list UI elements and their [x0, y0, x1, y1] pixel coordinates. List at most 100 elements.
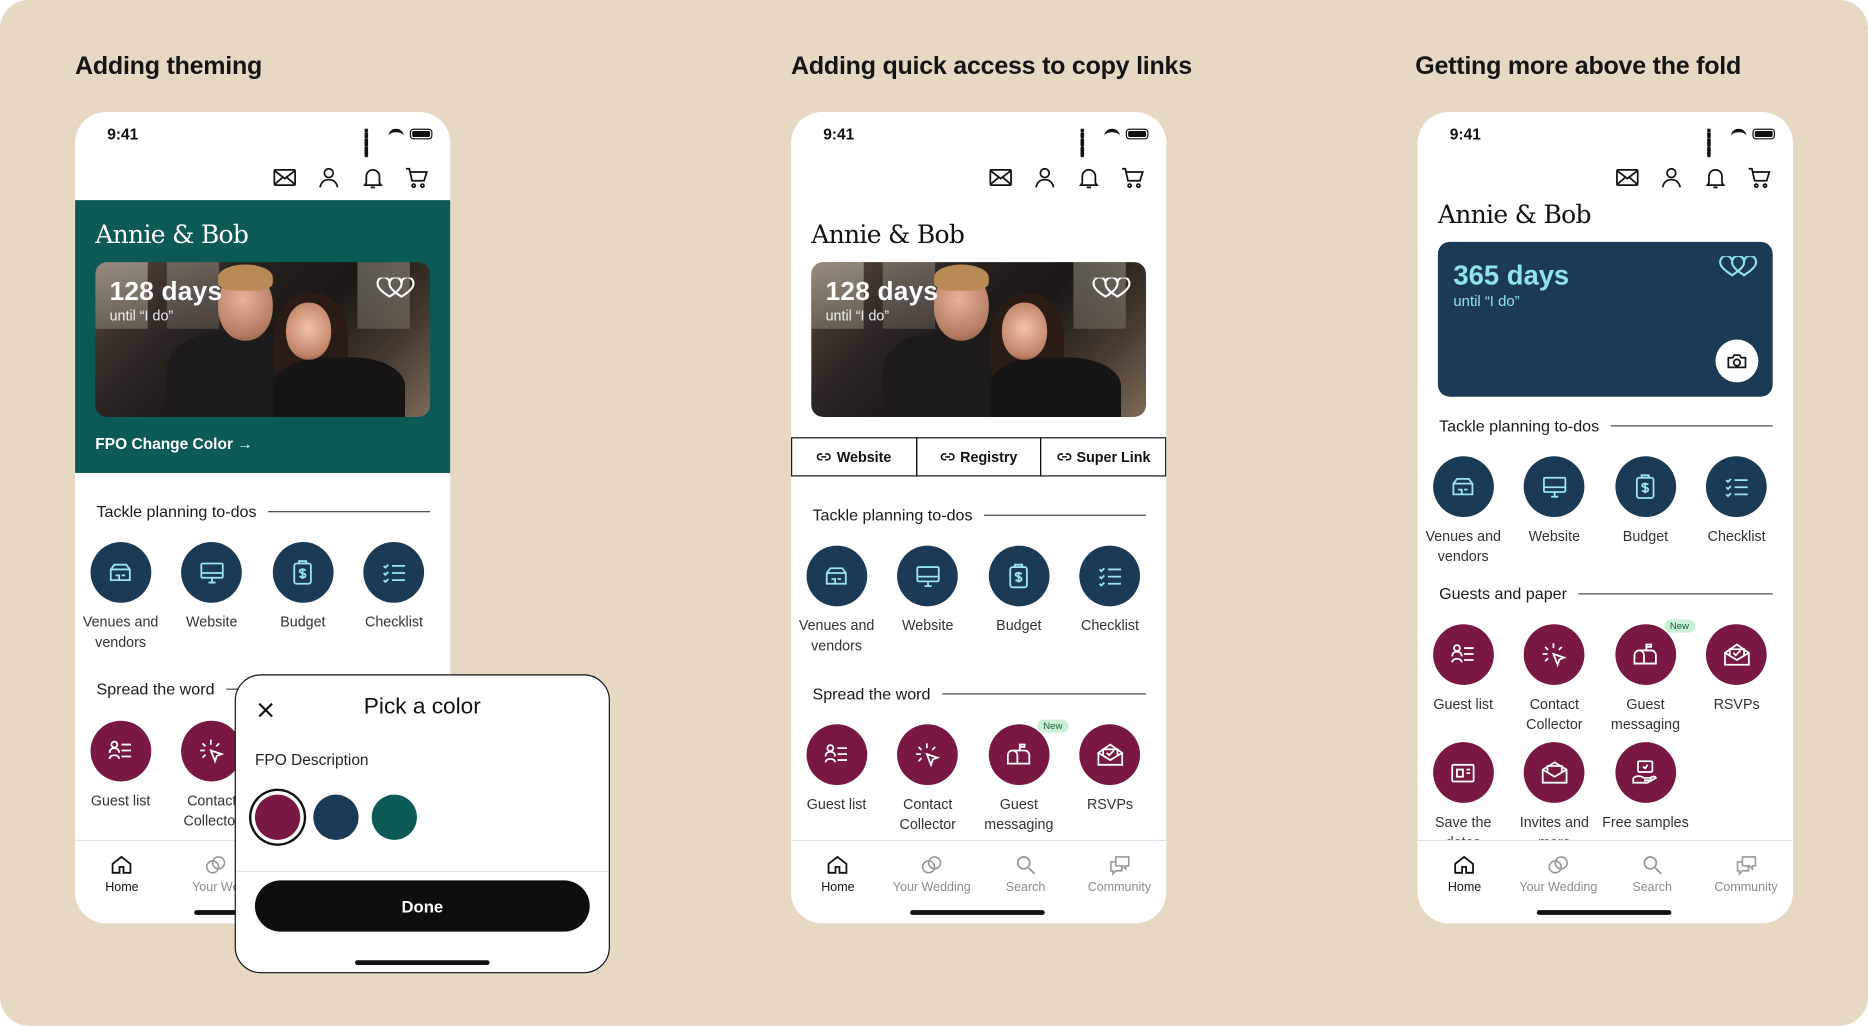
- link-label: Super Link: [1076, 448, 1151, 466]
- planning-item-website[interactable]: Website: [1509, 456, 1600, 567]
- spread-item-rsvps[interactable]: RSVPs: [1064, 724, 1155, 835]
- samples-icon: [1632, 759, 1658, 783]
- signal-icon: [364, 128, 383, 158]
- spread-item-label: Guest list: [90, 792, 151, 809]
- guests-item-guest-list[interactable]: Guest list: [1418, 624, 1509, 735]
- home-icon: [112, 855, 132, 874]
- tab-home[interactable]: Home: [80, 853, 163, 923]
- bell-icon[interactable]: [1076, 164, 1102, 190]
- status-bar: 9:41: [791, 112, 1166, 160]
- copy-registry-link-button[interactable]: Registry: [915, 437, 1042, 477]
- planning-item-budget[interactable]: Budget: [1600, 456, 1691, 567]
- tab-label: Your Wedding: [1519, 880, 1598, 895]
- tab-home[interactable]: Home: [1423, 853, 1506, 923]
- copy-super-link-button[interactable]: Super Link: [1040, 437, 1167, 477]
- spread-item-guest-list[interactable]: Guest list: [791, 724, 882, 835]
- cursor-click-icon: [915, 742, 940, 767]
- guests-item-messaging[interactable]: New Guest messaging: [1600, 619, 1695, 735]
- mail-icon[interactable]: [988, 164, 1014, 190]
- status-time: 9:41: [1449, 125, 1481, 143]
- bell-icon[interactable]: [360, 164, 386, 190]
- cart-icon[interactable]: [1746, 164, 1772, 190]
- paper-item-save-the-dates[interactable]: Save the dates: [1418, 742, 1509, 853]
- tab-home[interactable]: Home: [796, 853, 879, 923]
- planning-item-budget[interactable]: Budget: [257, 542, 348, 653]
- phone-copy-links: 9:41 Annie & Bob 128 days until “I do” W: [791, 111, 1167, 924]
- rings-hearts-icon[interactable]: [375, 277, 416, 299]
- link-icon: [817, 453, 832, 461]
- spread-item-guest-list[interactable]: Guest list: [75, 720, 166, 832]
- planning-item-website[interactable]: Website: [882, 545, 973, 657]
- planning-item-venues[interactable]: Venues and vendors: [75, 542, 166, 653]
- paper-item-label: Free samples: [1602, 813, 1689, 831]
- countdown-until: until “I do”: [825, 307, 890, 325]
- monitor-icon: [200, 561, 224, 583]
- section-planning-title: Tackle planning to-dos: [96, 502, 257, 521]
- planning-item-checklist[interactable]: Checklist: [348, 542, 439, 653]
- tab-community[interactable]: Community: [1704, 853, 1787, 923]
- rings-hearts-icon[interactable]: [1718, 256, 1759, 277]
- sheet-title: Pick a color: [363, 694, 481, 720]
- venue-icon: [110, 563, 132, 581]
- guests-item-contact[interactable]: Contact Collector: [1509, 624, 1600, 735]
- guest-list-icon: [824, 743, 848, 762]
- tab-label: Home: [105, 880, 139, 895]
- spread-item-messaging[interactable]: New Guest messaging: [973, 719, 1069, 835]
- planning-item-venues[interactable]: Venues and vendors: [1418, 456, 1509, 567]
- profile-icon[interactable]: [1658, 164, 1684, 190]
- chat-icon: [1736, 856, 1756, 876]
- cart-icon[interactable]: [404, 164, 430, 190]
- spread-item-label: Guest list: [806, 795, 867, 813]
- copy-website-link-button[interactable]: Website: [791, 437, 917, 477]
- done-button[interactable]: Done: [254, 880, 590, 932]
- spread-item-label: Guest messaging: [984, 795, 1054, 833]
- section-spread-title: Spread the word: [96, 680, 215, 699]
- planning-item-venues[interactable]: Venues and vendors: [791, 545, 882, 657]
- tab-label: Community: [1714, 880, 1778, 895]
- guests-item-rsvps[interactable]: RSVPs: [1691, 624, 1782, 735]
- tab-label: Your Wedding: [892, 880, 971, 895]
- home-indicator: [355, 960, 490, 965]
- cart-icon[interactable]: [1120, 164, 1146, 190]
- planning-item-checklist[interactable]: Checklist: [1064, 545, 1155, 657]
- battery-icon: [1752, 128, 1776, 140]
- profile-icon[interactable]: [1032, 164, 1058, 190]
- guests-item-label: Contact Collector: [1526, 695, 1583, 733]
- section-planning-title: Tackle planning to-dos: [812, 506, 973, 525]
- phone-above-fold: 9:41 Annie & Bob 365 days until “I do” T…: [1417, 111, 1793, 924]
- swatch-plum[interactable]: [254, 794, 301, 840]
- planning-item-label: Budget: [280, 613, 326, 631]
- guest-list-icon: [109, 740, 132, 759]
- section-guests: Guests and paper: [1439, 585, 1773, 603]
- swatch-navy[interactable]: [313, 794, 359, 840]
- presentation-board: Adding theming Adding quick access to co…: [0, 0, 1868, 1026]
- rings-hearts-icon[interactable]: [1091, 277, 1132, 299]
- rsvp-envelope-icon: [1097, 742, 1123, 766]
- cursor-click-icon: [199, 739, 224, 764]
- change-color-link[interactable]: FPO Change Color →: [95, 435, 252, 453]
- countdown: 128 days until “I do”: [826, 276, 939, 324]
- new-badge: New: [1663, 619, 1695, 633]
- home-indicator: [1536, 910, 1672, 915]
- tab-label: Community: [1087, 880, 1152, 895]
- swatch-teal[interactable]: [371, 794, 417, 840]
- profile-icon[interactable]: [316, 164, 342, 190]
- planning-item-budget[interactable]: Budget: [973, 545, 1064, 657]
- add-photo-button[interactable]: [1715, 339, 1759, 383]
- cursor-click-icon: [1542, 642, 1567, 667]
- theme-header: Annie & Bob 128 days until “I do” FPO Ch…: [75, 200, 451, 473]
- signal-icon: [1080, 128, 1099, 158]
- tab-community[interactable]: Community: [1078, 853, 1161, 923]
- mail-icon[interactable]: [272, 164, 298, 190]
- section-planning: Tackle planning to-dos: [812, 506, 1147, 525]
- mail-icon[interactable]: [1614, 164, 1640, 190]
- paper-item-invites[interactable]: Invites and more: [1509, 742, 1600, 853]
- planning-item-website[interactable]: Website: [166, 542, 257, 653]
- monitor-icon: [1542, 476, 1566, 498]
- paper-item-free-samples[interactable]: Free samples: [1600, 742, 1691, 853]
- bell-icon[interactable]: [1702, 164, 1728, 190]
- section-planning: Tackle planning to-dos: [96, 502, 431, 521]
- mailbox-icon: [1007, 743, 1031, 764]
- spread-item-contact[interactable]: Contact Collector: [882, 724, 973, 835]
- planning-item-checklist[interactable]: Checklist: [1691, 456, 1782, 567]
